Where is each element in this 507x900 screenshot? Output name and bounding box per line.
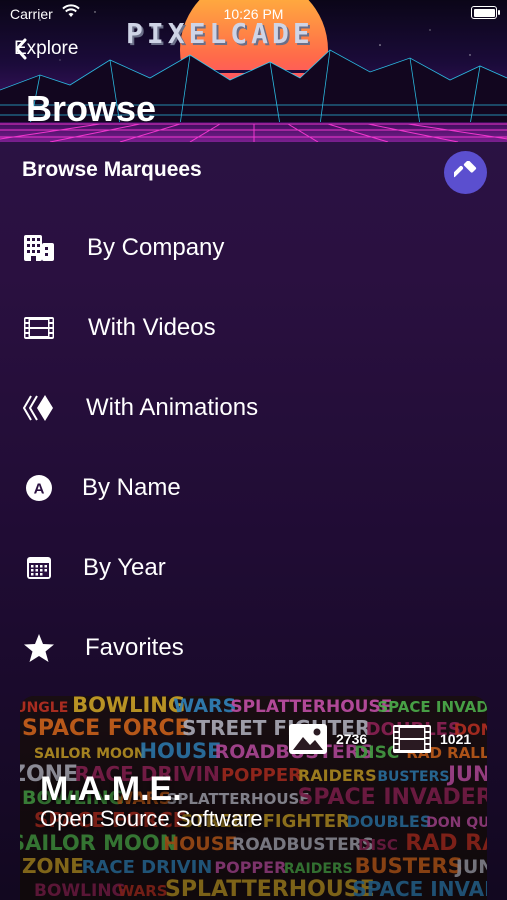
film-icon xyxy=(22,311,56,345)
menu-item-favorites[interactable]: Favorites xyxy=(0,618,507,678)
mame-collection-card[interactable]: JUNGLEBOWLINGWARSSPLATTERHOUSESPACE INVA… xyxy=(20,696,487,900)
image-count: 2736 xyxy=(288,723,367,755)
svg-text:A: A xyxy=(34,481,45,498)
calendar-icon xyxy=(22,551,56,585)
menu-label-favorites: Favorites xyxy=(85,634,184,661)
animation-icon xyxy=(22,391,56,425)
menu-label-with-videos: With Videos xyxy=(88,314,216,341)
menu-label-by-company: By Company xyxy=(87,234,225,261)
menu-item-by-year[interactable]: By Year xyxy=(0,538,507,598)
video-count-label: 1021 xyxy=(440,731,472,747)
card-title: M.A.M.E. xyxy=(40,770,182,808)
card-subtitle: Open Source Software xyxy=(40,806,263,831)
photo-icon xyxy=(289,724,327,754)
tools-button[interactable] xyxy=(444,151,487,194)
back-button[interactable]: Explore xyxy=(14,38,78,60)
battery-icon xyxy=(471,6,500,19)
building-icon xyxy=(22,231,56,265)
hero-header: Carrier 10:26 PM PIXELCADE Explore Brows… xyxy=(0,0,507,142)
section-title: Browse Marquees xyxy=(22,158,202,181)
menu-label-with-animations: With Animations xyxy=(86,394,259,421)
film-icon xyxy=(393,725,431,753)
menu-item-by-company[interactable]: By Company xyxy=(0,218,507,278)
image-count-label: 2736 xyxy=(336,731,368,747)
page-title: Browse xyxy=(26,88,157,129)
menu-item-with-videos[interactable]: With Videos xyxy=(0,298,507,358)
hammer-icon xyxy=(453,160,476,177)
menu-item-with-animations[interactable]: With Animations xyxy=(0,378,507,438)
star-icon xyxy=(22,631,56,665)
menu-label-by-name: By Name xyxy=(82,474,181,501)
video-count: 1021 xyxy=(392,723,471,755)
pixelcade-logo: PIXELCADE xyxy=(126,17,314,50)
menu-item-by-name[interactable]: A By Name xyxy=(0,458,507,518)
chevron-left-icon xyxy=(15,38,27,60)
letter-a-icon: A xyxy=(22,471,56,505)
menu-label-by-year: By Year xyxy=(83,554,166,581)
